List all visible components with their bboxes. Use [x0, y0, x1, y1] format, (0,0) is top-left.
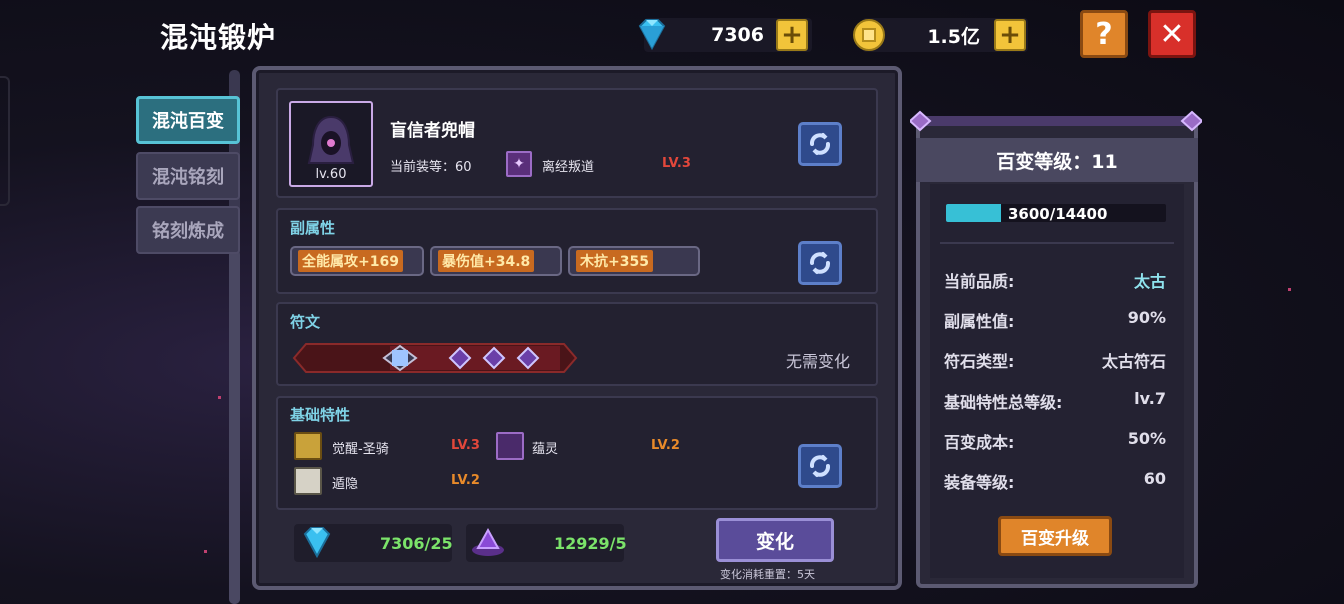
gold-coin-icon — [852, 18, 886, 56]
sub-attr-title: 副属性 — [290, 219, 336, 237]
upgrade-label: 百变升级 — [1021, 528, 1089, 549]
trait-level: LV.3 — [451, 438, 480, 453]
diamond-icon — [298, 524, 336, 564]
reroll-item-button[interactable] — [798, 122, 842, 166]
item-slot[interactable]: lv.60 — [289, 101, 373, 187]
star-decoration — [218, 396, 221, 399]
transform-label: 变化 — [755, 530, 794, 553]
rune-bar — [290, 340, 580, 380]
sub-attr-pill: 木抗+355 — [568, 246, 700, 276]
quality-value: 太古 — [1133, 272, 1166, 291]
item-name: 盲信者兜帽 — [390, 121, 475, 141]
trait-level: LV.2 — [451, 473, 480, 488]
refresh-icon — [810, 133, 830, 155]
rune-title: 符文 — [290, 313, 321, 331]
star-decoration — [1288, 288, 1291, 291]
stealth-icon — [294, 467, 322, 495]
spirit-icon — [496, 432, 524, 460]
stat-row: 当前品质: 太古 — [944, 268, 1166, 292]
page-title: 混沌锻炉 — [160, 21, 277, 54]
reroll-sub-attr-button[interactable] — [798, 241, 842, 285]
tab-chaos-engrave[interactable]: 混沌铭刻 — [136, 152, 240, 200]
trait-name: 遁隐 — [332, 477, 359, 492]
transform-button[interactable]: 变化 — [716, 518, 834, 562]
trait-name: 觉醒-圣骑 — [332, 442, 389, 457]
stat-row: 基础特性总等级: lv.7 — [944, 389, 1166, 412]
side-header: 百变等级：11 — [916, 138, 1198, 182]
skill-level: LV.3 — [662, 156, 691, 171]
add-gold-button[interactable]: + — [994, 19, 1026, 51]
diamond-count: 7306 — [711, 24, 764, 46]
tab-engrave-refine[interactable]: 铭刻炼成 — [136, 206, 240, 254]
skill-name: 离经叛道 — [542, 160, 595, 175]
hood-icon — [307, 115, 355, 164]
equip-level-value: 60 — [455, 160, 472, 175]
side-panel-ornament — [908, 110, 1204, 132]
transform-level-title: 百变等级：11 — [996, 150, 1118, 173]
diamond-icon — [634, 16, 670, 56]
edge-bar — [0, 76, 10, 206]
stat-row: 百变成本: 50% — [944, 429, 1166, 452]
base-traits-title: 基础特性 — [290, 406, 351, 424]
gold-count: 1.5亿 — [927, 25, 980, 48]
skill-icon: ✦ — [506, 151, 532, 177]
reroll-traits-button[interactable] — [798, 444, 842, 488]
exp-progress-fill — [946, 204, 1001, 222]
tab-chaos-transform[interactable]: 混沌百变 — [136, 96, 240, 144]
scroll-thumb[interactable] — [229, 250, 240, 604]
diamond-cost: 7306/25 — [380, 534, 453, 553]
stat-row: 副属性值: 90% — [944, 308, 1166, 331]
help-button[interactable]: ? — [1080, 10, 1128, 58]
stat-row: 符石类型: 太古符石 — [944, 352, 1166, 371]
upgrade-button[interactable]: 百变升级 — [998, 516, 1112, 556]
essence-cost: 12929/5 — [554, 534, 627, 553]
rune-status: 无需变化 — [786, 352, 851, 371]
refresh-icon — [810, 455, 830, 477]
close-button[interactable]: ✕ — [1148, 10, 1196, 58]
add-diamond-button[interactable]: + — [776, 19, 808, 51]
side-divider — [940, 242, 1174, 244]
star-decoration — [204, 550, 207, 553]
essence-icon — [468, 524, 508, 564]
trait-name: 蕴灵 — [532, 442, 559, 457]
item-level-badge: lv.60 — [315, 167, 347, 182]
trait-level: LV.2 — [651, 438, 680, 453]
exp-progress-text: 3600/14400 — [1008, 205, 1108, 223]
paladin-icon — [294, 432, 322, 460]
stat-row: 装备等级: 60 — [944, 469, 1166, 492]
sub-attr-pill: 全能属攻+169 — [290, 246, 424, 276]
equip-level: 当前装等：60 — [390, 156, 472, 175]
equip-level-label: 当前装等： — [390, 160, 456, 175]
transform-note: 变化消耗重置：5天 — [720, 568, 815, 581]
refresh-icon — [810, 252, 830, 274]
sub-attr-pill: 暴伤值+34.8 — [430, 246, 562, 276]
